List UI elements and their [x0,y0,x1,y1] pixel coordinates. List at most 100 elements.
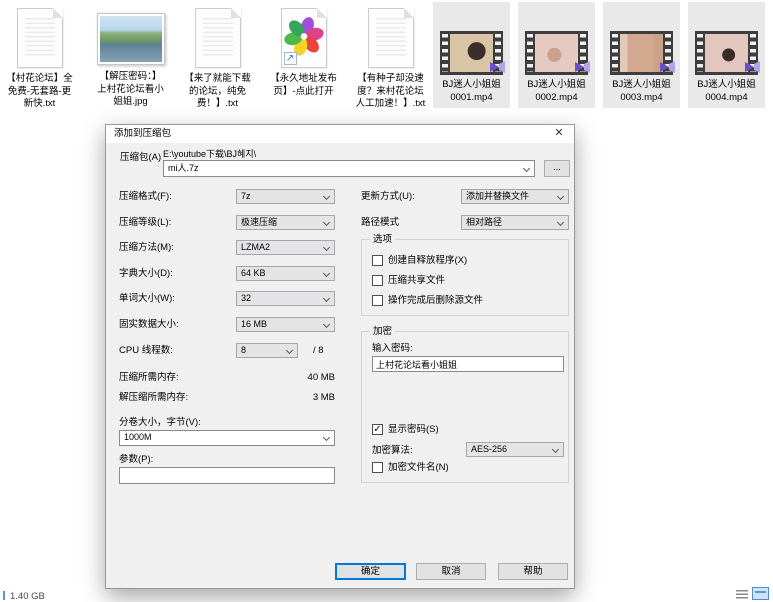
chevron-down-icon[interactable] [323,321,330,328]
sfx-checkbox-label: 创建自释放程序(X) [388,255,467,267]
volume-size-combo[interactable]: 1000M [119,430,335,446]
browse-button[interactable]: ... [544,160,570,177]
word-size-combo[interactable]: 32 [236,291,335,306]
icon-label: 【有种子却没速 度？来村花论坛 人工加速！】.txt [352,73,429,111]
filmstrip-icon [525,31,588,75]
filmstrip-icon [440,31,503,75]
update-mode-combo[interactable]: 添加并替换文件 [461,189,569,204]
icon-label: 【永久地址发布 页】-点此打开 [265,73,342,98]
details-view-icon[interactable] [736,590,748,600]
desktop-icon-txt-3[interactable]: 【有种子却没速 度？来村花论坛 人工加速！】.txt [352,2,429,111]
checkbox-icon[interactable] [372,255,383,266]
help-button[interactable]: 帮助 [498,563,568,580]
level-value: 极速压缩 [241,217,277,227]
close-icon[interactable]: ✕ [544,125,574,143]
delete-after-checkbox-label: 操作完成后删除源文件 [388,295,483,307]
options-group-title: 选项 [370,234,395,245]
encrypt-names-label: 加密文件名(N) [388,462,449,474]
play-icon [574,60,591,74]
mem-compress-label: 压缩所需内存: [119,372,179,384]
dict-size-value: 64 KB [241,268,266,278]
thumbnail-view-icon[interactable] [752,587,769,600]
solid-size-combo[interactable]: 16 MB [236,317,335,332]
text-file-icon [368,8,414,68]
volume-size-label: 分卷大小，字节(V): [119,417,201,429]
chevron-down-icon[interactable] [552,446,559,453]
mem-compress-value: 40 MB [236,372,335,384]
desktop-icon-jpg[interactable]: 【解压密码：】 上村花论坛看小 姐姐.jpg [92,2,169,109]
dict-size-label: 字典大小(D): [119,268,173,280]
cancel-button[interactable]: 取消 [416,563,486,580]
chevron-down-icon[interactable] [323,295,330,302]
archive-label: 压缩包(A) [120,152,161,164]
archive-dir-path: E:\youtube下载\BJ혜지\ [163,148,256,160]
level-label: 压缩等级(L): [119,217,171,229]
icon-label: 【解压密码：】 上村花论坛看小 姐姐.jpg [92,71,169,109]
shortcut-arrow-icon: ↗ [284,52,297,65]
dialog-title: 添加到压缩包 [114,125,171,143]
desktop-icon-video-2[interactable]: BJ迷人小姐姐 0002.mp4 [518,2,595,108]
password-input[interactable] [372,356,564,372]
chevron-down-icon[interactable] [323,193,330,200]
desktop-icon-txt-1[interactable]: 【村花论坛】全 免费-无套路-更 新快.txt [1,2,78,111]
text-file-icon [195,8,241,68]
pinwheel-icon [284,16,324,56]
solid-size-label: 固实数据大小: [119,319,179,331]
parameters-label: 参数(P): [119,454,153,466]
path-mode-label: 路径模式 [361,217,399,229]
encryption-method-value: AES-256 [471,444,507,454]
icon-label: BJ迷人小姐姐 0003.mp4 [603,79,680,104]
desktop-icon-video-1[interactable]: BJ迷人小姐姐 0001.mp4 [433,2,510,108]
icon-label: BJ迷人小姐姐 0001.mp4 [433,79,510,104]
image-thumbnail-icon [97,13,165,65]
add-to-archive-dialog: 添加到压缩包 ✕ 压缩包(A) E:\youtube下载\BJ혜지\ mi人.7… [105,124,575,589]
checkbox-checked-icon[interactable]: ✓ [372,424,383,435]
icon-label: BJ迷人小姐姐 0004.mp4 [688,79,765,104]
desktop-icon-shortcut[interactable]: ↗ 【永久地址发布 页】-点此打开 [265,2,342,98]
icon-label: 【村花论坛】全 免费-无套路-更 新快.txt [1,73,78,111]
word-size-label: 单词大小(W): [119,293,175,305]
statusbar-accent-mark [3,591,5,600]
level-combo[interactable]: 极速压缩 [236,215,335,230]
play-icon [744,60,761,74]
chevron-down-icon[interactable] [323,270,330,277]
cpu-threads-value: 8 [241,345,246,355]
desktop-icon-video-3[interactable]: BJ迷人小姐姐 0003.mp4 [603,2,680,108]
chevron-down-icon[interactable] [557,193,564,200]
chevron-down-icon[interactable] [286,347,293,354]
dict-size-combo[interactable]: 64 KB [236,266,335,281]
desktop-icon-video-4[interactable]: BJ迷人小姐姐 0004.mp4 [688,2,765,108]
chevron-down-icon[interactable] [557,219,564,226]
path-mode-value: 相对路径 [466,217,502,227]
mem-decompress-value: 3 MB [236,392,335,404]
chevron-down-icon[interactable] [323,434,330,441]
checkbox-icon[interactable] [372,295,383,306]
archive-name-combo[interactable]: mi人.7z [163,160,535,177]
encryption-group-title: 加密 [370,326,395,337]
format-combo[interactable]: 7z [236,189,335,204]
chevron-down-icon[interactable] [323,219,330,226]
play-icon [489,60,506,74]
statusbar-size-text: 1.40 GB [10,591,45,602]
encryption-method-combo[interactable]: AES-256 [466,442,564,457]
method-label: 压缩方法(M): [119,242,174,254]
cpu-threads-combo[interactable]: 8 [236,343,298,358]
cpu-threads-label: CPU 线程数: [119,345,173,357]
cpu-threads-max: / 8 [313,345,324,357]
checkbox-icon[interactable] [372,275,383,286]
parameters-input[interactable] [119,467,335,484]
ok-button[interactable]: 确定 [335,563,406,580]
chevron-down-icon[interactable] [523,165,530,172]
filmstrip-icon [610,31,673,75]
dialog-titlebar[interactable]: 添加到压缩包 ✕ [106,125,574,143]
encryption-method-label: 加密算法: [372,445,413,457]
checkbox-icon[interactable] [372,462,383,473]
desktop-icon-txt-2[interactable]: 【来了就能下载 的论坛，纯免 费！】.txt [179,2,256,111]
method-combo[interactable]: LZMA2 [236,240,335,255]
update-mode-label: 更新方式(U): [361,191,415,203]
chevron-down-icon[interactable] [323,244,330,251]
filmstrip-icon [695,31,758,75]
path-mode-combo[interactable]: 相对路径 [461,215,569,230]
volume-size-value: 1000M [124,432,152,442]
mem-decompress-label: 解压缩所需内存: [119,392,188,404]
